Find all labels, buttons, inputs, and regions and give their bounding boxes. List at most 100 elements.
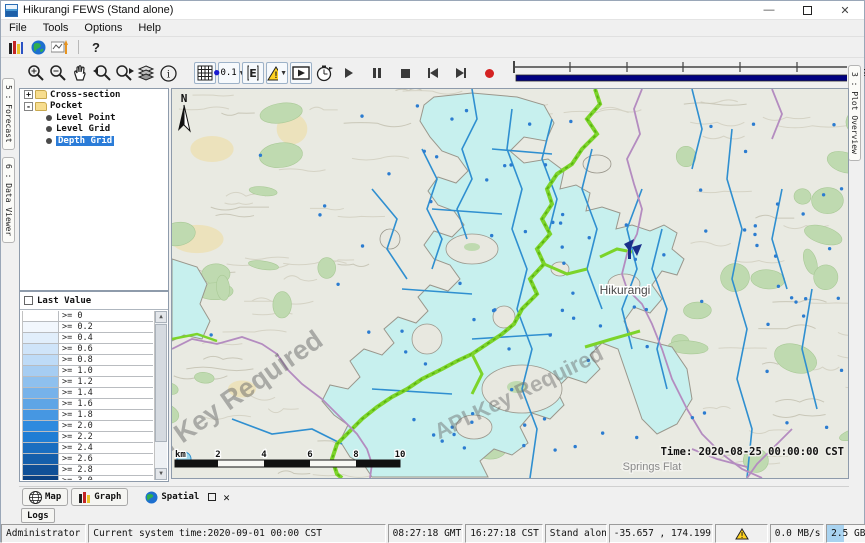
warning-dropdown[interactable]: ! ▼ [266,62,288,84]
legend-row: >= 1.8 [23,410,153,421]
legend-class-label: >= 0 [59,311,153,321]
layers-button[interactable] [135,62,157,84]
pause-button[interactable] [366,62,388,84]
menu-tools[interactable]: Tools [35,22,77,34]
status-coordinates: -35.657 , 174.199 [609,524,714,543]
scrollbar-thumb[interactable] [155,324,167,442]
tab-map[interactable]: Map [22,488,68,506]
svg-text:N: N [181,92,188,105]
timer-button[interactable] [313,62,335,84]
scroll-up-icon[interactable]: ▲ [155,311,167,323]
map-time-label: Time: 2020-08-25 00:00:00 CST [661,446,844,458]
info-button[interactable]: i [157,62,179,84]
close-panel-icon[interactable]: ✕ [223,491,230,504]
right-dock-strip: 3 : Plot Overview [847,58,864,486]
tree-expander-icon[interactable]: + [24,90,33,99]
tree-item-level-point[interactable]: Level Point [20,112,168,124]
zoom-next-icon [115,64,134,82]
legend-class-label: >= 1.0 [59,366,153,376]
logs-button[interactable]: Logs [21,508,55,523]
legend-color-swatch [23,388,59,398]
tab-data-viewer[interactable]: 6 : Data Viewer [2,157,15,243]
status-mode: Stand alone [545,524,607,543]
status-warning-cell[interactable]: ! [715,524,767,543]
legend-color-swatch [23,465,59,475]
menu-options[interactable]: Options [76,22,130,34]
tab-plot-overview[interactable]: 3 : Plot Overview [848,65,861,161]
status-memory: 2.5 GB [826,524,865,543]
zoom-in-icon [27,64,45,82]
logs-bar: Logs [19,507,849,524]
time-slider[interactable] [511,58,856,89]
legend-color-swatch [23,344,59,354]
label-display-button[interactable]: E [242,62,264,84]
tab-graph[interactable]: Graph [71,488,128,506]
grid-display-button[interactable] [194,62,216,84]
tree-item-label: Depth Grid [56,136,114,146]
legend-class-label: >= 1.6 [59,399,153,409]
legend-row: >= 1.2 [23,377,153,388]
status-gmt-time: 08:27:18 GMT [388,524,464,543]
legend-color-swatch [23,410,59,420]
warning-icon: ! [267,66,278,81]
zoom-in-button[interactable] [25,62,47,84]
tab-spatial[interactable]: Spatial ✕ [139,488,236,506]
tree-item-label: Cross-section [50,90,120,100]
tab-map-label: Map [45,492,61,502]
info-icon: i [160,65,177,82]
spatial-layers-tree: + Cross-section - PocketLevel PointLevel Gr… [19,88,169,291]
minimize-button[interactable]: — [750,1,788,19]
tree-item-label: Pocket [50,101,83,111]
svg-text:!: ! [739,531,744,540]
zoom-previous-button[interactable] [91,62,113,84]
legend-color-swatch [23,454,59,464]
legend-class-label: >= 0.4 [59,333,153,343]
tree-item-level-grid[interactable]: Level Grid [20,124,168,136]
folder-icon [35,102,47,111]
menu-bar: File Tools Options Help [1,20,864,37]
legend-scrollbar[interactable]: ▲ ▼ [154,311,167,480]
zoom-next-button[interactable] [113,62,135,84]
timeseries-button[interactable] [49,38,71,56]
toolbar-separator [78,40,79,54]
skip-start-button[interactable] [422,62,444,84]
menu-file[interactable]: File [1,22,35,34]
last-value-checkbox[interactable] [24,296,33,305]
skip-end-button[interactable] [450,62,472,84]
play-button[interactable] [338,62,360,84]
tree-expander-icon[interactable]: - [24,102,33,111]
svg-text:6: 6 [307,450,312,460]
close-button[interactable]: ✕ [826,1,864,19]
timer-clock-icon [316,65,333,82]
record-button[interactable] [478,62,500,84]
svg-text:E: E [249,67,257,80]
help-button[interactable]: ? [86,40,106,55]
legend-row: >= 0.8 [23,355,153,366]
tab-forecast[interactable]: 5 : Forecast [2,78,15,150]
maximize-button[interactable] [788,1,826,19]
tree-item-pocket[interactable]: - Pocket [20,101,168,113]
status-system-time: Current system time:2020-09-01 00:00 CST [88,524,385,543]
legend-row: >= 1.4 [23,388,153,399]
tree-item-depth-grid[interactable]: Depth Grid [20,135,168,147]
stop-button[interactable] [394,62,416,84]
maximize-panel-icon[interactable] [208,493,216,501]
reports-button[interactable] [5,38,27,56]
legend-class-label: >= 0.6 [59,344,153,354]
scroll-down-icon[interactable]: ▼ [155,468,167,480]
bottom-tab-bar: Map Graph Spatial ✕ [19,486,849,507]
map-display-button[interactable] [27,38,49,56]
animation-button[interactable] [290,62,312,84]
zoom-out-button[interactable] [47,62,69,84]
tree-item-cross-section[interactable]: + Cross-section [20,89,168,101]
legend-class-label: >= 0.2 [59,322,153,332]
map-view[interactable]: API Key Required API Key Required Hikura… [171,88,849,479]
pan-button[interactable] [69,62,91,84]
threshold-dropdown[interactable]: ● 0.1 ▼ [218,62,240,84]
menu-help[interactable]: Help [130,22,169,34]
legend-color-swatch [23,421,59,431]
tree-item-label: Level Grid [56,124,110,134]
application-window: Hikurangi FEWS (Stand alone) — ✕ File To… [0,0,865,542]
app-logo-icon [5,4,18,17]
bullet-icon [46,115,52,121]
